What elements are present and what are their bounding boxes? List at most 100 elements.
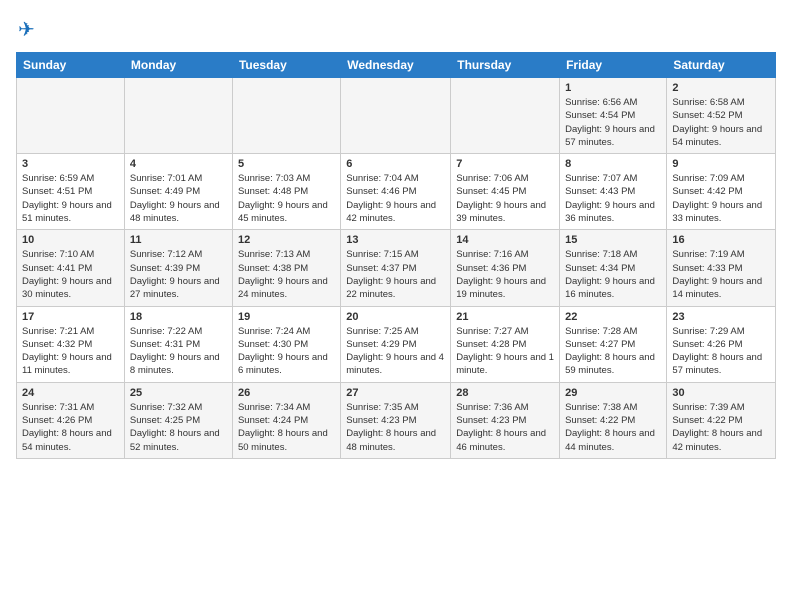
day-number: 28: [456, 387, 554, 399]
calendar-cell: 29Sunrise: 7:38 AM Sunset: 4:22 PM Dayli…: [560, 382, 667, 458]
day-number: 25: [130, 387, 227, 399]
day-info: Sunrise: 6:58 AM Sunset: 4:52 PM Dayligh…: [672, 96, 770, 149]
weekday-header-tuesday: Tuesday: [232, 53, 340, 78]
day-number: 24: [22, 387, 119, 399]
day-info: Sunrise: 7:32 AM Sunset: 4:25 PM Dayligh…: [130, 401, 227, 454]
calendar-week-3: 10 Sunrise: 7:10 AM Sunset: 4:41 PM Dayli…: [17, 230, 776, 306]
day-info: Sunrise: 7:21 AM Sunset: 4:32 PM Dayligh…: [22, 325, 119, 378]
calendar-cell: 11Sunrise: 7:12 AM Sunset: 4:39 PM Dayli…: [124, 230, 232, 306]
day-number: 29: [565, 387, 661, 399]
day-info: Sunrise: 7:06 AM Sunset: 4:45 PM Dayligh…: [456, 172, 554, 225]
day-info: Sunrise: 7:28 AM Sunset: 4:27 PM Dayligh…: [565, 325, 661, 378]
calendar-cell: 16 Sunrise: 7:19 AM Sunset: 4:33 PM Dayli…: [667, 230, 776, 306]
day-info: Sunrise: 7:35 AM Sunset: 4:23 PM Dayligh…: [346, 401, 445, 454]
day-info: Sunrise: 7:34 AM Sunset: 4:24 PM Dayligh…: [238, 401, 335, 454]
weekday-header-saturday: Saturday: [667, 53, 776, 78]
day-info: Sunrise: 7:31 AM Sunset: 4:26 PM Dayligh…: [22, 401, 119, 454]
day-number: 27: [346, 387, 445, 399]
day-number: 3: [22, 158, 119, 170]
calendar-cell: 5 Sunrise: 7:03 AM Sunset: 4:48 PM Daylig…: [232, 154, 340, 230]
weekday-header-row: SundayMondayTuesdayWednesdayThursdayFrid…: [17, 53, 776, 78]
calendar-cell: 8Sunrise: 7:07 AM Sunset: 4:43 PM Daylig…: [560, 154, 667, 230]
day-number: 21: [456, 311, 554, 323]
day-number: 19: [238, 311, 335, 323]
day-info: Sunrise: 7:39 AM Sunset: 4:22 PM Dayligh…: [672, 401, 770, 454]
calendar-cell: 23 Sunrise: 7:29 AM Sunset: 4:26 PM Dayli…: [667, 306, 776, 382]
day-info: Sunrise: 7:18 AM Sunset: 4:34 PM Dayligh…: [565, 248, 661, 301]
day-info: Sunrise: 7:09 AM Sunset: 4:42 PM Dayligh…: [672, 172, 770, 225]
calendar-cell: [341, 78, 451, 154]
day-number: 11: [130, 234, 227, 246]
day-number: 6: [346, 158, 445, 170]
day-info: Sunrise: 7:07 AM Sunset: 4:43 PM Dayligh…: [565, 172, 661, 225]
calendar-cell: 19Sunrise: 7:24 AM Sunset: 4:30 PM Dayli…: [232, 306, 340, 382]
day-info: Sunrise: 6:56 AM Sunset: 4:54 PM Dayligh…: [565, 96, 661, 149]
day-number: 2: [672, 82, 770, 94]
day-number: 23: [672, 311, 770, 323]
day-number: 17: [22, 311, 119, 323]
calendar-week-4: 17 Sunrise: 7:21 AM Sunset: 4:32 PM Dayli…: [17, 306, 776, 382]
calendar-cell: 1 Sunrise: 6:56 AM Sunset: 4:54 PM Daylig…: [560, 78, 667, 154]
day-number: 12: [238, 234, 335, 246]
weekday-header-monday: Monday: [124, 53, 232, 78]
day-info: Sunrise: 6:59 AM Sunset: 4:51 PM Dayligh…: [22, 172, 119, 225]
calendar-cell: 21Sunrise: 7:27 AM Sunset: 4:28 PM Dayli…: [451, 306, 560, 382]
calendar-cell: [17, 78, 125, 154]
calendar-cell: 6 Sunrise: 7:04 AM Sunset: 4:46 PM Daylig…: [341, 154, 451, 230]
logo-icon: ✈: [16, 16, 44, 44]
calendar-cell: 14Sunrise: 7:16 AM Sunset: 4:36 PM Dayli…: [451, 230, 560, 306]
weekday-header-sunday: Sunday: [17, 53, 125, 78]
calendar-cell: 27 Sunrise: 7:35 AM Sunset: 4:23 PM Dayli…: [341, 382, 451, 458]
calendar-week-1: 1 Sunrise: 6:56 AM Sunset: 4:54 PM Daylig…: [17, 78, 776, 154]
calendar-cell: 3 Sunrise: 6:59 AM Sunset: 4:51 PM Daylig…: [17, 154, 125, 230]
calendar-cell: 4 Sunrise: 7:01 AM Sunset: 4:49 PM Daylig…: [124, 154, 232, 230]
page-header: ✈: [16, 16, 776, 44]
calendar-cell: 24 Sunrise: 7:31 AM Sunset: 4:26 PM Dayli…: [17, 382, 125, 458]
day-number: 5: [238, 158, 335, 170]
calendar-cell: [451, 78, 560, 154]
calendar-week-2: 3 Sunrise: 6:59 AM Sunset: 4:51 PM Daylig…: [17, 154, 776, 230]
calendar-cell: 26Sunrise: 7:34 AM Sunset: 4:24 PM Dayli…: [232, 382, 340, 458]
calendar-body: 1 Sunrise: 6:56 AM Sunset: 4:54 PM Daylig…: [17, 78, 776, 459]
calendar-cell: 30Sunrise: 7:39 AM Sunset: 4:22 PM Dayli…: [667, 382, 776, 458]
calendar-cell: 7Sunrise: 7:06 AM Sunset: 4:45 PM Daylig…: [451, 154, 560, 230]
day-info: Sunrise: 7:36 AM Sunset: 4:23 PM Dayligh…: [456, 401, 554, 454]
day-info: Sunrise: 7:01 AM Sunset: 4:49 PM Dayligh…: [130, 172, 227, 225]
calendar-header: SundayMondayTuesdayWednesdayThursdayFrid…: [17, 53, 776, 78]
day-info: Sunrise: 7:04 AM Sunset: 4:46 PM Dayligh…: [346, 172, 445, 225]
logo: ✈: [16, 16, 48, 44]
day-info: Sunrise: 7:13 AM Sunset: 4:38 PM Dayligh…: [238, 248, 335, 301]
calendar-cell: 17 Sunrise: 7:21 AM Sunset: 4:32 PM Dayli…: [17, 306, 125, 382]
day-info: Sunrise: 7:29 AM Sunset: 4:26 PM Dayligh…: [672, 325, 770, 378]
weekday-header-wednesday: Wednesday: [341, 53, 451, 78]
calendar-cell: 20Sunrise: 7:25 AM Sunset: 4:29 PM Dayli…: [341, 306, 451, 382]
weekday-header-friday: Friday: [560, 53, 667, 78]
day-number: 10: [22, 234, 119, 246]
day-number: 4: [130, 158, 227, 170]
day-number: 18: [130, 311, 227, 323]
day-number: 15: [565, 234, 661, 246]
calendar-cell: 10 Sunrise: 7:10 AM Sunset: 4:41 PM Dayli…: [17, 230, 125, 306]
day-number: 20: [346, 311, 445, 323]
calendar-cell: 12 Sunrise: 7:13 AM Sunset: 4:38 PM Dayli…: [232, 230, 340, 306]
calendar-cell: 22 Sunrise: 7:28 AM Sunset: 4:27 PM Dayli…: [560, 306, 667, 382]
day-number: 1: [565, 82, 661, 94]
calendar-week-5: 24 Sunrise: 7:31 AM Sunset: 4:26 PM Dayli…: [17, 382, 776, 458]
day-number: 22: [565, 311, 661, 323]
calendar-cell: 18 Sunrise: 7:22 AM Sunset: 4:31 PM Dayli…: [124, 306, 232, 382]
day-number: 9: [672, 158, 770, 170]
day-number: 16: [672, 234, 770, 246]
day-info: Sunrise: 7:19 AM Sunset: 4:33 PM Dayligh…: [672, 248, 770, 301]
day-info: Sunrise: 7:22 AM Sunset: 4:31 PM Dayligh…: [130, 325, 227, 378]
day-info: Sunrise: 7:10 AM Sunset: 4:41 PM Dayligh…: [22, 248, 119, 301]
calendar-cell: 28 Sunrise: 7:36 AM Sunset: 4:23 PM Dayli…: [451, 382, 560, 458]
calendar-cell: [124, 78, 232, 154]
svg-text:✈: ✈: [18, 19, 35, 41]
calendar-cell: 9 Sunrise: 7:09 AM Sunset: 4:42 PM Daylig…: [667, 154, 776, 230]
calendar-cell: [232, 78, 340, 154]
calendar-table: SundayMondayTuesdayWednesdayThursdayFrid…: [16, 52, 776, 459]
day-info: Sunrise: 7:03 AM Sunset: 4:48 PM Dayligh…: [238, 172, 335, 225]
day-info: Sunrise: 7:15 AM Sunset: 4:37 PM Dayligh…: [346, 248, 445, 301]
day-info: Sunrise: 7:16 AM Sunset: 4:36 PM Dayligh…: [456, 248, 554, 301]
calendar-cell: 15 Sunrise: 7:18 AM Sunset: 4:34 PM Dayli…: [560, 230, 667, 306]
